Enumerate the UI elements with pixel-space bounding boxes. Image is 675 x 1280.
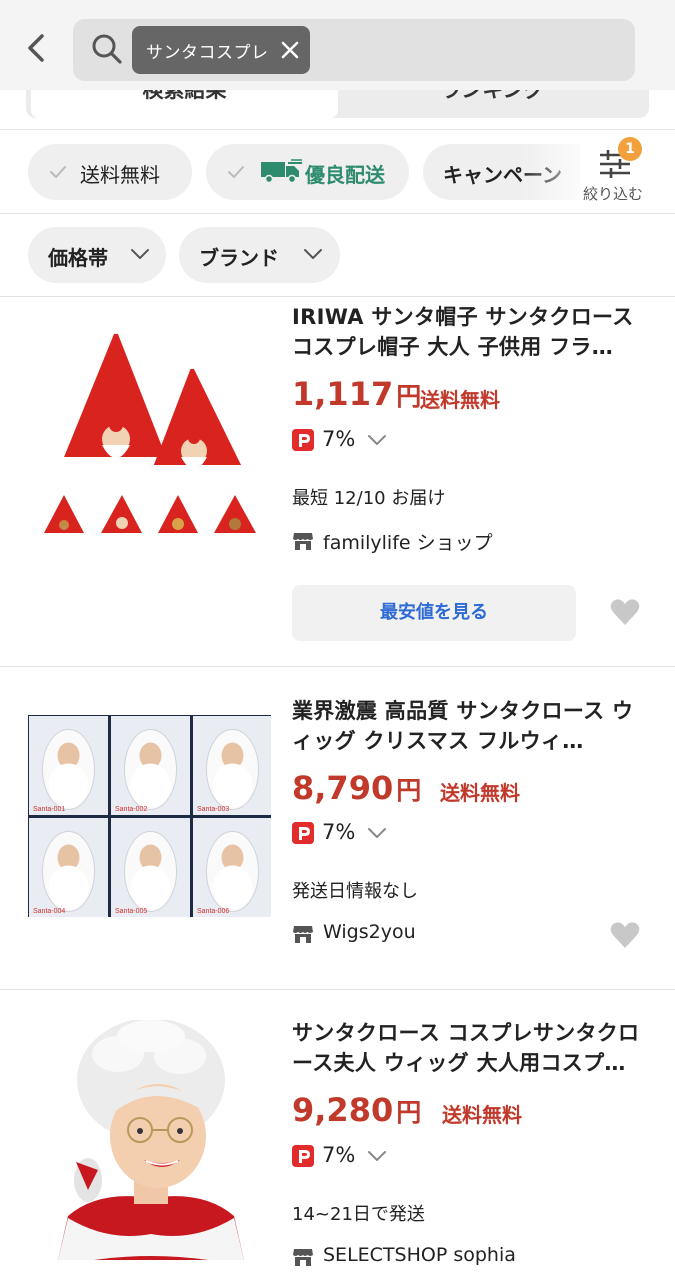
wig-variant: Santa-005 <box>111 818 190 917</box>
search-icon <box>92 34 122 64</box>
wig-variant-label: Santa-001 <box>33 806 65 813</box>
price-value: 1,117 <box>292 375 394 413</box>
delivery-info: 発送日情報なし <box>292 881 418 902</box>
chevron-down-icon <box>368 1151 386 1161</box>
product-title[interactable]: サンタクロース コスプレサンタクロース夫人 ウィッグ 大人用コスプ… <box>292 1018 652 1078</box>
chevron-down-icon <box>304 249 322 259</box>
filter-divider <box>0 213 675 214</box>
product-title[interactable]: IRIWA サンタ帽子 サンタクロース コスプレ帽子 大人 子供用 フラ… <box>292 302 652 362</box>
wig-variant-label: Santa-002 <box>115 806 147 813</box>
dropdown-label: 価格帯 <box>48 246 108 270</box>
compare-lowest-price-button[interactable]: 最安値を見る <box>292 585 576 641</box>
filter-price-range[interactable]: 価格帯 <box>28 227 166 283</box>
shop-name: Wigs2you <box>323 921 416 943</box>
clear-query-icon[interactable] <box>279 39 301 61</box>
refine-button[interactable]: 1 絞り込む <box>580 137 660 207</box>
shop-name: SELECTSHOP sophia <box>323 1244 516 1266</box>
wig-variant: Santa-006 <box>193 818 271 917</box>
delivery-truck-icon <box>261 159 302 184</box>
wig-variant-label: Santa-006 <box>197 908 229 915</box>
filter-good-delivery[interactable]: 優良配送 <box>206 144 409 200</box>
product-image-santa-wigs[interactable]: Santa-001 Santa-002 Santa-003 Santa-004 Sant… <box>28 715 271 917</box>
product-image-santa-hats[interactable] <box>38 307 262 543</box>
favorite-heart-icon[interactable] <box>610 921 640 949</box>
shipping-badge: 送料無料 <box>440 781 520 805</box>
shipping-badge: 送料無料 <box>442 1103 522 1127</box>
refine-label: 絞り込む <box>583 185 644 203</box>
product-card[interactable]: IRIWA サンタ帽子 サンタクロース コスプレ帽子 大人 子供用 フラ… 1,… <box>0 297 675 666</box>
search-query-chip[interactable]: サンタコスプレ <box>132 26 310 74</box>
price-currency: 円 <box>396 1098 422 1127</box>
wig-variant-label: Santa-005 <box>115 908 147 915</box>
wig-variant-label: Santa-004 <box>33 908 65 915</box>
chevron-down-icon <box>131 249 149 259</box>
wig-variant-label: Santa-003 <box>197 806 229 813</box>
delivery-info: 14~21日で発送 <box>292 1204 425 1225</box>
store-icon <box>293 1249 313 1266</box>
shipping-badge: 送料無料 <box>420 388 500 412</box>
filter-count-badge: 1 <box>618 137 642 161</box>
tab-ranking[interactable]: ランキング <box>340 90 645 118</box>
points-rate: 7% <box>322 1143 356 1167</box>
delivery-info: 最短 12/10 お届け <box>292 488 446 509</box>
chevron-down-icon <box>368 435 386 445</box>
store-icon <box>293 926 313 943</box>
wig-variant: Santa-004 <box>29 818 108 917</box>
paypay-icon <box>292 1145 314 1167</box>
product-title[interactable]: 業界激震 高品質 サンタクロース ウィッグ クリスマス フルウィ… <box>292 696 652 756</box>
back-arrow-icon[interactable] <box>20 30 52 66</box>
result-tabs: 検索結果 ランキング <box>0 90 675 130</box>
shop-name: familylife ショップ <box>323 532 493 554</box>
wig-variant: Santa-003 <box>193 716 271 815</box>
price-currency: 円 <box>396 776 422 805</box>
points-rate: 7% <box>322 427 356 451</box>
filter-label: 送料無料 <box>80 163 160 187</box>
filter-brand[interactable]: ブランド <box>179 227 340 283</box>
search-header: サンタコスプレ <box>0 0 675 90</box>
price-value: 9,280 <box>292 1091 394 1129</box>
dropdown-label: ブランド <box>199 246 279 270</box>
check-icon <box>50 166 66 178</box>
favorite-heart-icon[interactable] <box>610 598 640 626</box>
product-image-mrs-claus-wig[interactable] <box>58 1020 244 1260</box>
product-card[interactable]: Santa-001 Santa-002 Santa-003 Santa-004 Sant… <box>0 667 675 989</box>
filter-free-shipping[interactable]: 送料無料 <box>28 144 192 200</box>
search-query-text: サンタコスプレ <box>146 43 269 63</box>
price-currency: 円 <box>396 382 422 411</box>
wig-variant: Santa-002 <box>111 716 190 815</box>
paypay-icon <box>292 822 314 844</box>
tab-search-results[interactable]: 検索結果 <box>31 90 338 118</box>
filter-label: 優良配送 <box>305 163 385 187</box>
store-icon <box>293 533 313 550</box>
points-rate: 7% <box>322 820 356 844</box>
product-price: 9,280 円 <box>292 1091 421 1129</box>
wig-variant: Santa-001 <box>29 716 108 815</box>
chevron-down-icon <box>368 828 386 838</box>
check-icon <box>228 166 244 178</box>
product-price: 1,117 円 <box>292 375 421 413</box>
paypay-icon <box>292 429 314 451</box>
price-value: 8,790 <box>292 769 394 807</box>
product-price: 8,790 円 <box>292 769 421 807</box>
product-card[interactable]: サンタクロース コスプレサンタクロース夫人 ウィッグ 大人用コスプ… 9,280… <box>0 990 675 1280</box>
